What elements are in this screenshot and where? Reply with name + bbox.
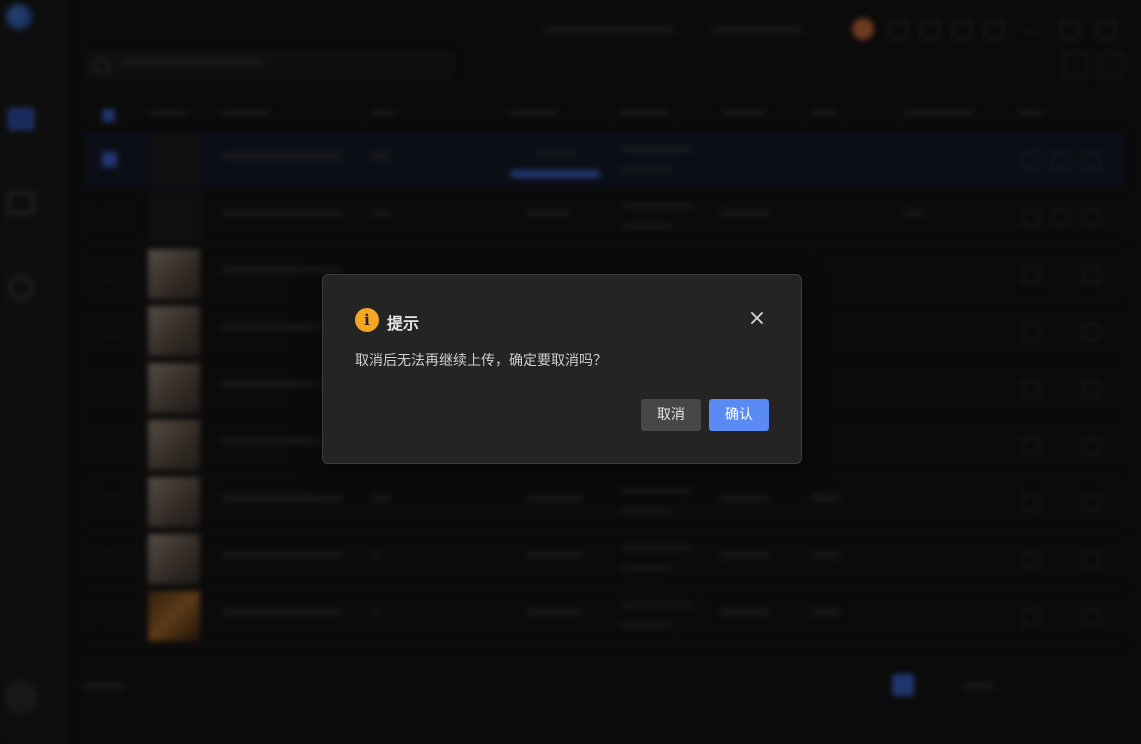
confirm-dialog: i 提示 取消后无法再继续上传，确定要取消吗？ 取消 确认 <box>322 274 802 464</box>
dialog-title: 提示 <box>387 314 420 333</box>
confirm-button[interactable]: 确认 <box>709 399 769 431</box>
warning-icon: i <box>355 308 379 332</box>
close-icon[interactable] <box>747 308 767 328</box>
cancel-button[interactable]: 取消 <box>641 399 701 431</box>
dialog-message: 取消后无法再继续上传，确定要取消吗？ <box>355 353 607 369</box>
